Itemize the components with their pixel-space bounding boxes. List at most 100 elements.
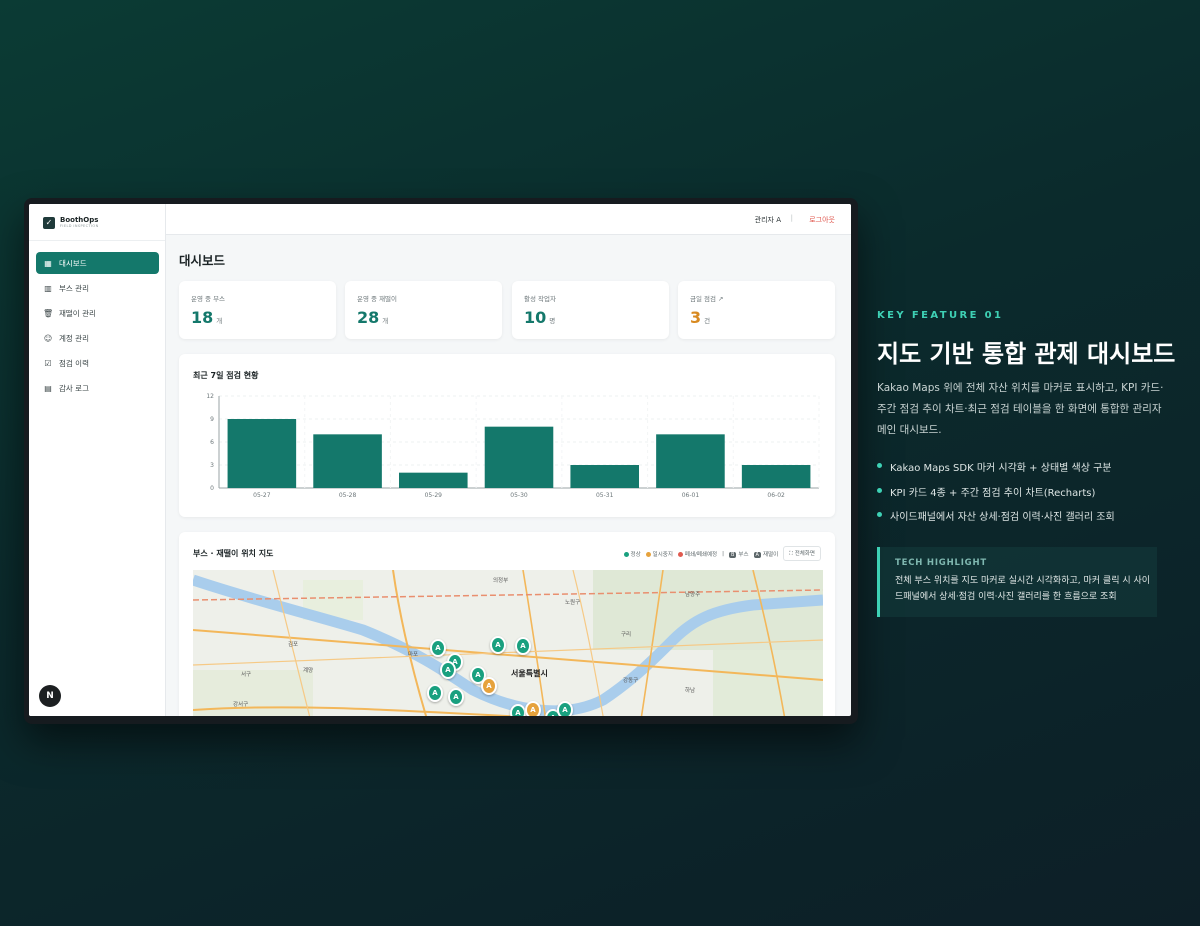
kpi-label: 운영 중 재떨이 (357, 295, 398, 303)
kpi-label: 활성 작업자 (524, 295, 556, 303)
x-tick-label: 05-27 (253, 492, 271, 499)
chart-bar (484, 426, 554, 488)
map-marker[interactable]: A (515, 637, 531, 655)
sidebar-item-accounts[interactable]: ☺ 계정 관리 (36, 327, 159, 349)
clipboard-check-icon: ☑ (44, 358, 52, 368)
map-marker[interactable]: A (510, 704, 526, 716)
highlight-title: TECH HIGHLIGHT (895, 558, 987, 568)
map-label-city: 서울특별시 (511, 669, 548, 678)
kpi-value: 18 개 (191, 308, 222, 327)
x-tick-label: 05-30 (510, 492, 528, 499)
map-legend: 정상 일시중지 폐쇄/폐쇄예정 | B 부스 A 재떨이 ⛶ 전체화면 (623, 546, 821, 561)
sidebar-item-label: 점검 이력 (59, 358, 89, 368)
map-green-area (713, 650, 823, 716)
kpi-value: 3건 (690, 308, 710, 327)
sidebar-item-dashboard[interactable]: ▦ 대시보드 (36, 252, 159, 274)
map-label: 마포 (408, 652, 419, 658)
chart-bar (227, 419, 297, 488)
chart-bar (741, 465, 811, 488)
chart-bar (570, 465, 639, 488)
map-label: 노원구 (565, 600, 581, 606)
legend-removed: 폐쇄/폐쇄예정 (677, 550, 717, 558)
kpi-card-workers: 활성 작업자 10 명 (512, 281, 669, 339)
chart-bar (656, 434, 725, 488)
avatar[interactable]: N (39, 685, 61, 707)
page-title: 대시보드 (179, 253, 226, 268)
user-name: 관리자 A (754, 216, 781, 224)
y-tick-label: 3 (210, 462, 214, 469)
logout-link[interactable]: 로그아웃 (809, 215, 835, 225)
brand-logo-icon: ✓ (43, 216, 55, 229)
chart-bar (313, 434, 382, 488)
trash-icon: 🗑︎ (43, 308, 54, 318)
sidebar-item-label: 감사 로그 (59, 383, 89, 393)
sidebar: ✓ BoothOps FIELD INSPECTION ▦ 대시보드 ▥ 부스 … (29, 204, 166, 716)
kpi-label: 운영 중 부스 (191, 295, 226, 303)
kpi-unit: 개 (216, 317, 223, 325)
kpi-label: 금일 점검 ↗ (690, 295, 724, 303)
legend-separator: | (722, 550, 724, 557)
y-tick-label: 12 (206, 393, 214, 400)
kpi-number: 18 (191, 308, 214, 327)
sidebar-item-inspections[interactable]: ☑ 점검 이력 (36, 352, 159, 374)
sidebar-item-label: 재떨이 관리 (59, 308, 96, 318)
bullet-dot-icon (877, 487, 882, 493)
highlight-text: 전체 부스 위치를 지도 마커로 실시간 시각화하고, 마커 클릭 시 사이드패… (895, 576, 1151, 602)
feature-title: 지도 기반 통합 관제 대시보드 (877, 340, 1176, 368)
kpi-number: 3 (690, 308, 702, 327)
map-marker[interactable]: A (448, 688, 464, 706)
kpi-unit: 건 (704, 317, 711, 325)
chart-bar (399, 472, 468, 488)
x-tick-label: 06-01 (682, 492, 700, 499)
legend-normal: 정상 (623, 550, 641, 558)
brand-subtitle: FIELD INSPECTION (60, 224, 99, 228)
fullscreen-button[interactable]: ⛶ 전체화면 (783, 546, 821, 561)
sidebar-nav: ▦ 대시보드 ▥ 부스 관리 🗑︎ 재떨이 관리 ☺ 계정 관리 ☑ 점검 이력… (36, 252, 159, 402)
sidebar-item-booths[interactable]: ▥ 부스 관리 (36, 277, 159, 299)
y-tick-label: 0 (210, 485, 214, 492)
brand-name: BoothOps (60, 216, 99, 224)
sidebar-item-audit[interactable]: ▤ 감사 로그 (36, 377, 159, 399)
app-screen: ✓ BoothOps FIELD INSPECTION ▦ 대시보드 ▥ 부스 … (29, 204, 851, 716)
feature-bullet: Kakao Maps SDK 마커 시각화 + 상태별 색상 구분 (877, 459, 1115, 484)
kpi-number: 28 (357, 308, 380, 327)
feature-bullet: 사이드패널에서 자산 상세·점검 이력·사진 갤러리 조회 (877, 508, 1115, 533)
separator: | (790, 214, 793, 222)
kpi-unit: 명 (549, 317, 556, 325)
map-marker[interactable]: A (427, 684, 443, 702)
x-tick-label: 05-28 (339, 492, 357, 499)
feature-bullets: Kakao Maps SDK 마커 시각화 + 상태별 색상 구분 KPI 카드… (877, 459, 1115, 533)
kpi-card-today-inspections[interactable]: 금일 점검 ↗ 3건 (678, 281, 835, 339)
bullet-dot-icon (877, 512, 882, 517)
map-panel: 부스 · 재떨이 위치 지도 정상 일시중지 폐쇄/폐쇄예정 | B 부스 A 재떨… (179, 532, 835, 716)
tech-highlight-box: TECH HIGHLIGHT 전체 부스 위치를 지도 마커로 실시간 시각화하… (877, 547, 1157, 617)
y-tick-label: 6 (210, 439, 214, 446)
map-label: 계양 (303, 668, 314, 674)
kpi-card-booths: 운영 중 부스 18 개 (179, 281, 336, 339)
kpi-number: 10 (524, 308, 547, 327)
map-label: 강동구 (623, 678, 639, 684)
sidebar-item-label: 부스 관리 (59, 283, 89, 293)
sidebar-item-label: 대시보드 (59, 258, 87, 268)
map-label: 구리 (621, 632, 632, 638)
sidebar-item-trays[interactable]: 🗑︎ 재떨이 관리 (36, 302, 159, 324)
map-label: 남양주 (685, 592, 701, 598)
map-marker[interactable]: A (430, 639, 446, 657)
map-marker[interactable]: A (490, 636, 506, 654)
kpi-card-trays: 운영 중 재떨이 28 개 (345, 281, 502, 339)
map-label: 하남 (685, 688, 696, 694)
grid-icon: ▦ (44, 258, 52, 268)
map-marker[interactable]: A (440, 661, 456, 679)
feature-tag: KEY FEATURE 01 (877, 310, 1004, 321)
map-marker[interactable]: A (481, 677, 497, 695)
x-tick-label: 06-02 (767, 492, 785, 499)
building-icon: ▥ (44, 283, 52, 293)
bar-chart: 0 3 6 9 12 05-27 05-28 05-29 05-30 05-31 06-01 06-0… (206, 393, 820, 499)
legend-booth: B 부스 (728, 551, 749, 558)
kakao-map[interactable]: 김포 서구 계양 구리 하남 서울특별시 노원구 남양주 의정부 강동구 마포 … (193, 570, 823, 716)
kpi-value: 28 개 (357, 308, 388, 327)
topbar: 관리자 A | 로그아웃 (166, 204, 851, 235)
map-marker[interactable]: A (557, 701, 573, 716)
brand[interactable]: ✓ BoothOps FIELD INSPECTION (43, 216, 99, 229)
map-marker[interactable]: A (525, 701, 541, 716)
